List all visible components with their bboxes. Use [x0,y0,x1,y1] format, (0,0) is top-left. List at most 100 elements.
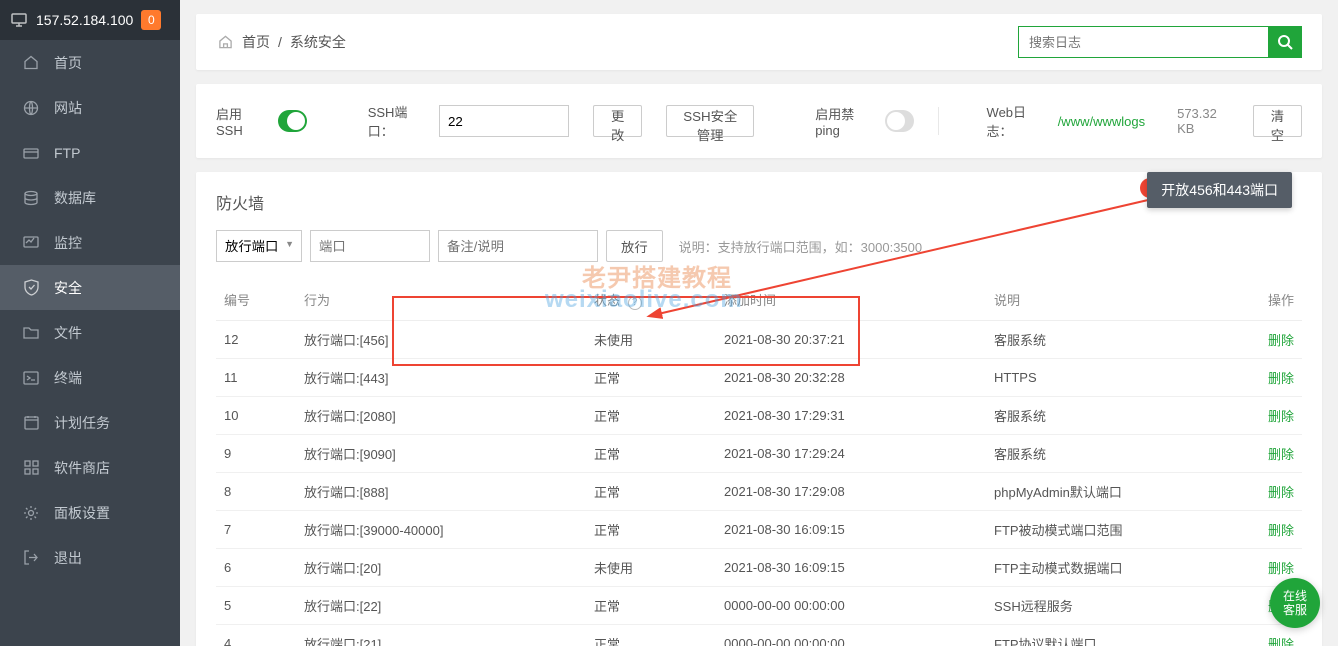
cell-status: 正常 [586,586,716,624]
remark-input[interactable] [438,230,598,262]
sidebar-header: 157.52.184.100 0 [0,0,180,40]
search-input[interactable] [1018,26,1268,58]
notification-badge[interactable]: 0 [141,10,161,30]
ping-toggle[interactable] [885,110,914,132]
sidebar-item-calendar[interactable]: 计划任务 [0,400,180,445]
cell-desc: 客服系统 [986,396,1242,434]
sidebar-item-ftp[interactable]: FTP [0,130,180,175]
weblog-size: 573.32 KB [1177,106,1221,136]
sidebar-item-label: 监控 [54,233,82,253]
cell-id: 6 [216,548,296,586]
table-row: 7放行端口:[39000-40000]正常2021-08-30 16:09:15… [216,510,1302,548]
sidebar-item-label: 退出 [54,548,82,568]
cell-action: 放行端口:[2080] [296,396,586,434]
cell-desc: phpMyAdmin默认端口 [986,472,1242,510]
col-desc: 说明 [986,280,1242,320]
table-row: 6放行端口:[20]未使用2021-08-30 16:09:15FTP主动模式数… [216,548,1302,586]
cell-time: 2021-08-30 20:32:28 [716,358,986,396]
col-id: 编号 [216,280,296,320]
cell-status: 正常 [586,510,716,548]
home-icon [22,54,40,72]
database-icon [22,189,40,207]
sidebar-item-label: 文件 [54,323,82,343]
sidebar-item-label: 面板设置 [54,503,110,523]
allow-button[interactable]: 放行 [606,230,663,262]
cell-action: 放行端口:[9090] [296,434,586,472]
cell-time: 2021-08-30 16:09:15 [716,548,986,586]
delete-link[interactable]: 删除 [1268,561,1294,576]
globe-icon [22,99,40,117]
cell-time: 2021-08-30 17:29:31 [716,396,986,434]
cell-action: 放行端口:[456] [296,320,586,358]
delete-link[interactable]: 删除 [1268,447,1294,462]
sidebar-item-database[interactable]: 数据库 [0,175,180,220]
grid-icon [22,459,40,477]
sidebar-item-shield[interactable]: 安全 [0,265,180,310]
port-input[interactable] [310,230,430,262]
breadcrumb-current: 系统安全 [290,32,346,52]
customer-service-fab[interactable]: 在线 客服 [1270,578,1320,628]
ping-label: 启用禁ping [815,104,861,138]
ssh-port-input[interactable] [439,105,569,137]
delete-link[interactable]: 删除 [1268,485,1294,500]
table-row: 4放行端口:[21]正常0000-00-00 00:00:00FTP协议默认端口… [216,624,1302,646]
sidebar-item-label: 网站 [54,98,82,118]
range-hint: 说明：支持放行端口范围，如：3000:3500 [679,237,922,256]
table-row: 5放行端口:[22]正常0000-00-00 00:00:00SSH远程服务删除 [216,586,1302,624]
sidebar-item-monitor[interactable]: 监控 [0,220,180,265]
cell-action: 放行端口:[21] [296,624,586,646]
sidebar: 157.52.184.100 0 首页网站 FTP 数据库监控安全文件终端计划任务软… [0,0,180,646]
cell-status: 正常 [586,472,716,510]
cell-id: 11 [216,358,296,396]
change-button[interactable]: 更改 [593,105,642,137]
cell-time: 2021-08-30 16:09:15 [716,510,986,548]
cell-time: 2021-08-30 20:37:21 [716,320,986,358]
ssh-toggle[interactable] [278,110,307,132]
cell-time: 0000-00-00 00:00:00 [716,624,986,646]
table-row: 12放行端口:[456]未使用2021-08-30 20:37:21客服系统删除 [216,320,1302,358]
search-icon [1277,34,1293,50]
ssh-manage-button[interactable]: SSH安全管理 [666,105,754,137]
cell-desc: 客服系统 [986,320,1242,358]
sidebar-item-label: 安全 [54,278,82,298]
delete-link[interactable]: 删除 [1268,637,1294,646]
cell-time: 2021-08-30 17:29:24 [716,434,986,472]
sidebar-item-label: FTP [54,145,80,161]
cell-status: 正常 [586,624,716,646]
action-select[interactable]: 放行端口 [216,230,302,262]
delete-link[interactable]: 删除 [1268,523,1294,538]
cell-status: 正常 [586,434,716,472]
sidebar-item-gear[interactable]: 面板设置 [0,490,180,535]
shield-icon [22,279,40,297]
firewall-table: 编号 行为 状态 ? 添加时间 说明 操作 12放行端口:[456]未使用202… [216,280,1302,646]
sidebar-item-globe[interactable]: 网站 [0,85,180,130]
table-row: 9放行端口:[9090]正常2021-08-30 17:29:24客服系统删除 [216,434,1302,472]
ssh-port-label: SSH端口： [368,102,415,140]
delete-link[interactable]: 删除 [1268,409,1294,424]
sidebar-item-logout[interactable]: 退出 [0,535,180,580]
cell-desc: HTTPS [986,358,1242,396]
sidebar-item-folder[interactable]: 文件 [0,310,180,355]
search-button[interactable] [1268,26,1302,58]
clear-log-button[interactable]: 清空 [1253,105,1302,137]
home-icon [216,33,234,51]
table-row: 11放行端口:[443]正常2021-08-30 20:32:28HTTPS删除 [216,358,1302,396]
cell-action: 放行端口:[20] [296,548,586,586]
weblog-path-link[interactable]: /www/wwwlogs [1058,114,1145,129]
cell-desc: 客服系统 [986,434,1242,472]
sidebar-item-grid[interactable]: 软件商店 [0,445,180,490]
sidebar-item-home[interactable]: 首页 [0,40,180,85]
breadcrumb-home-link[interactable]: 首页 [242,32,270,52]
sidebar-item-label: 终端 [54,368,82,388]
cell-id: 12 [216,320,296,358]
col-status: 状态 ? [586,280,716,320]
cell-time: 2021-08-30 17:29:08 [716,472,986,510]
cell-id: 5 [216,586,296,624]
sidebar-item-label: 软件商店 [54,458,110,478]
sidebar-item-terminal[interactable]: 终端 [0,355,180,400]
help-icon[interactable]: ? [628,296,642,310]
delete-link[interactable]: 删除 [1268,333,1294,348]
cell-id: 4 [216,624,296,646]
delete-link[interactable]: 删除 [1268,371,1294,386]
cell-desc: FTP协议默认端口 [986,624,1242,646]
